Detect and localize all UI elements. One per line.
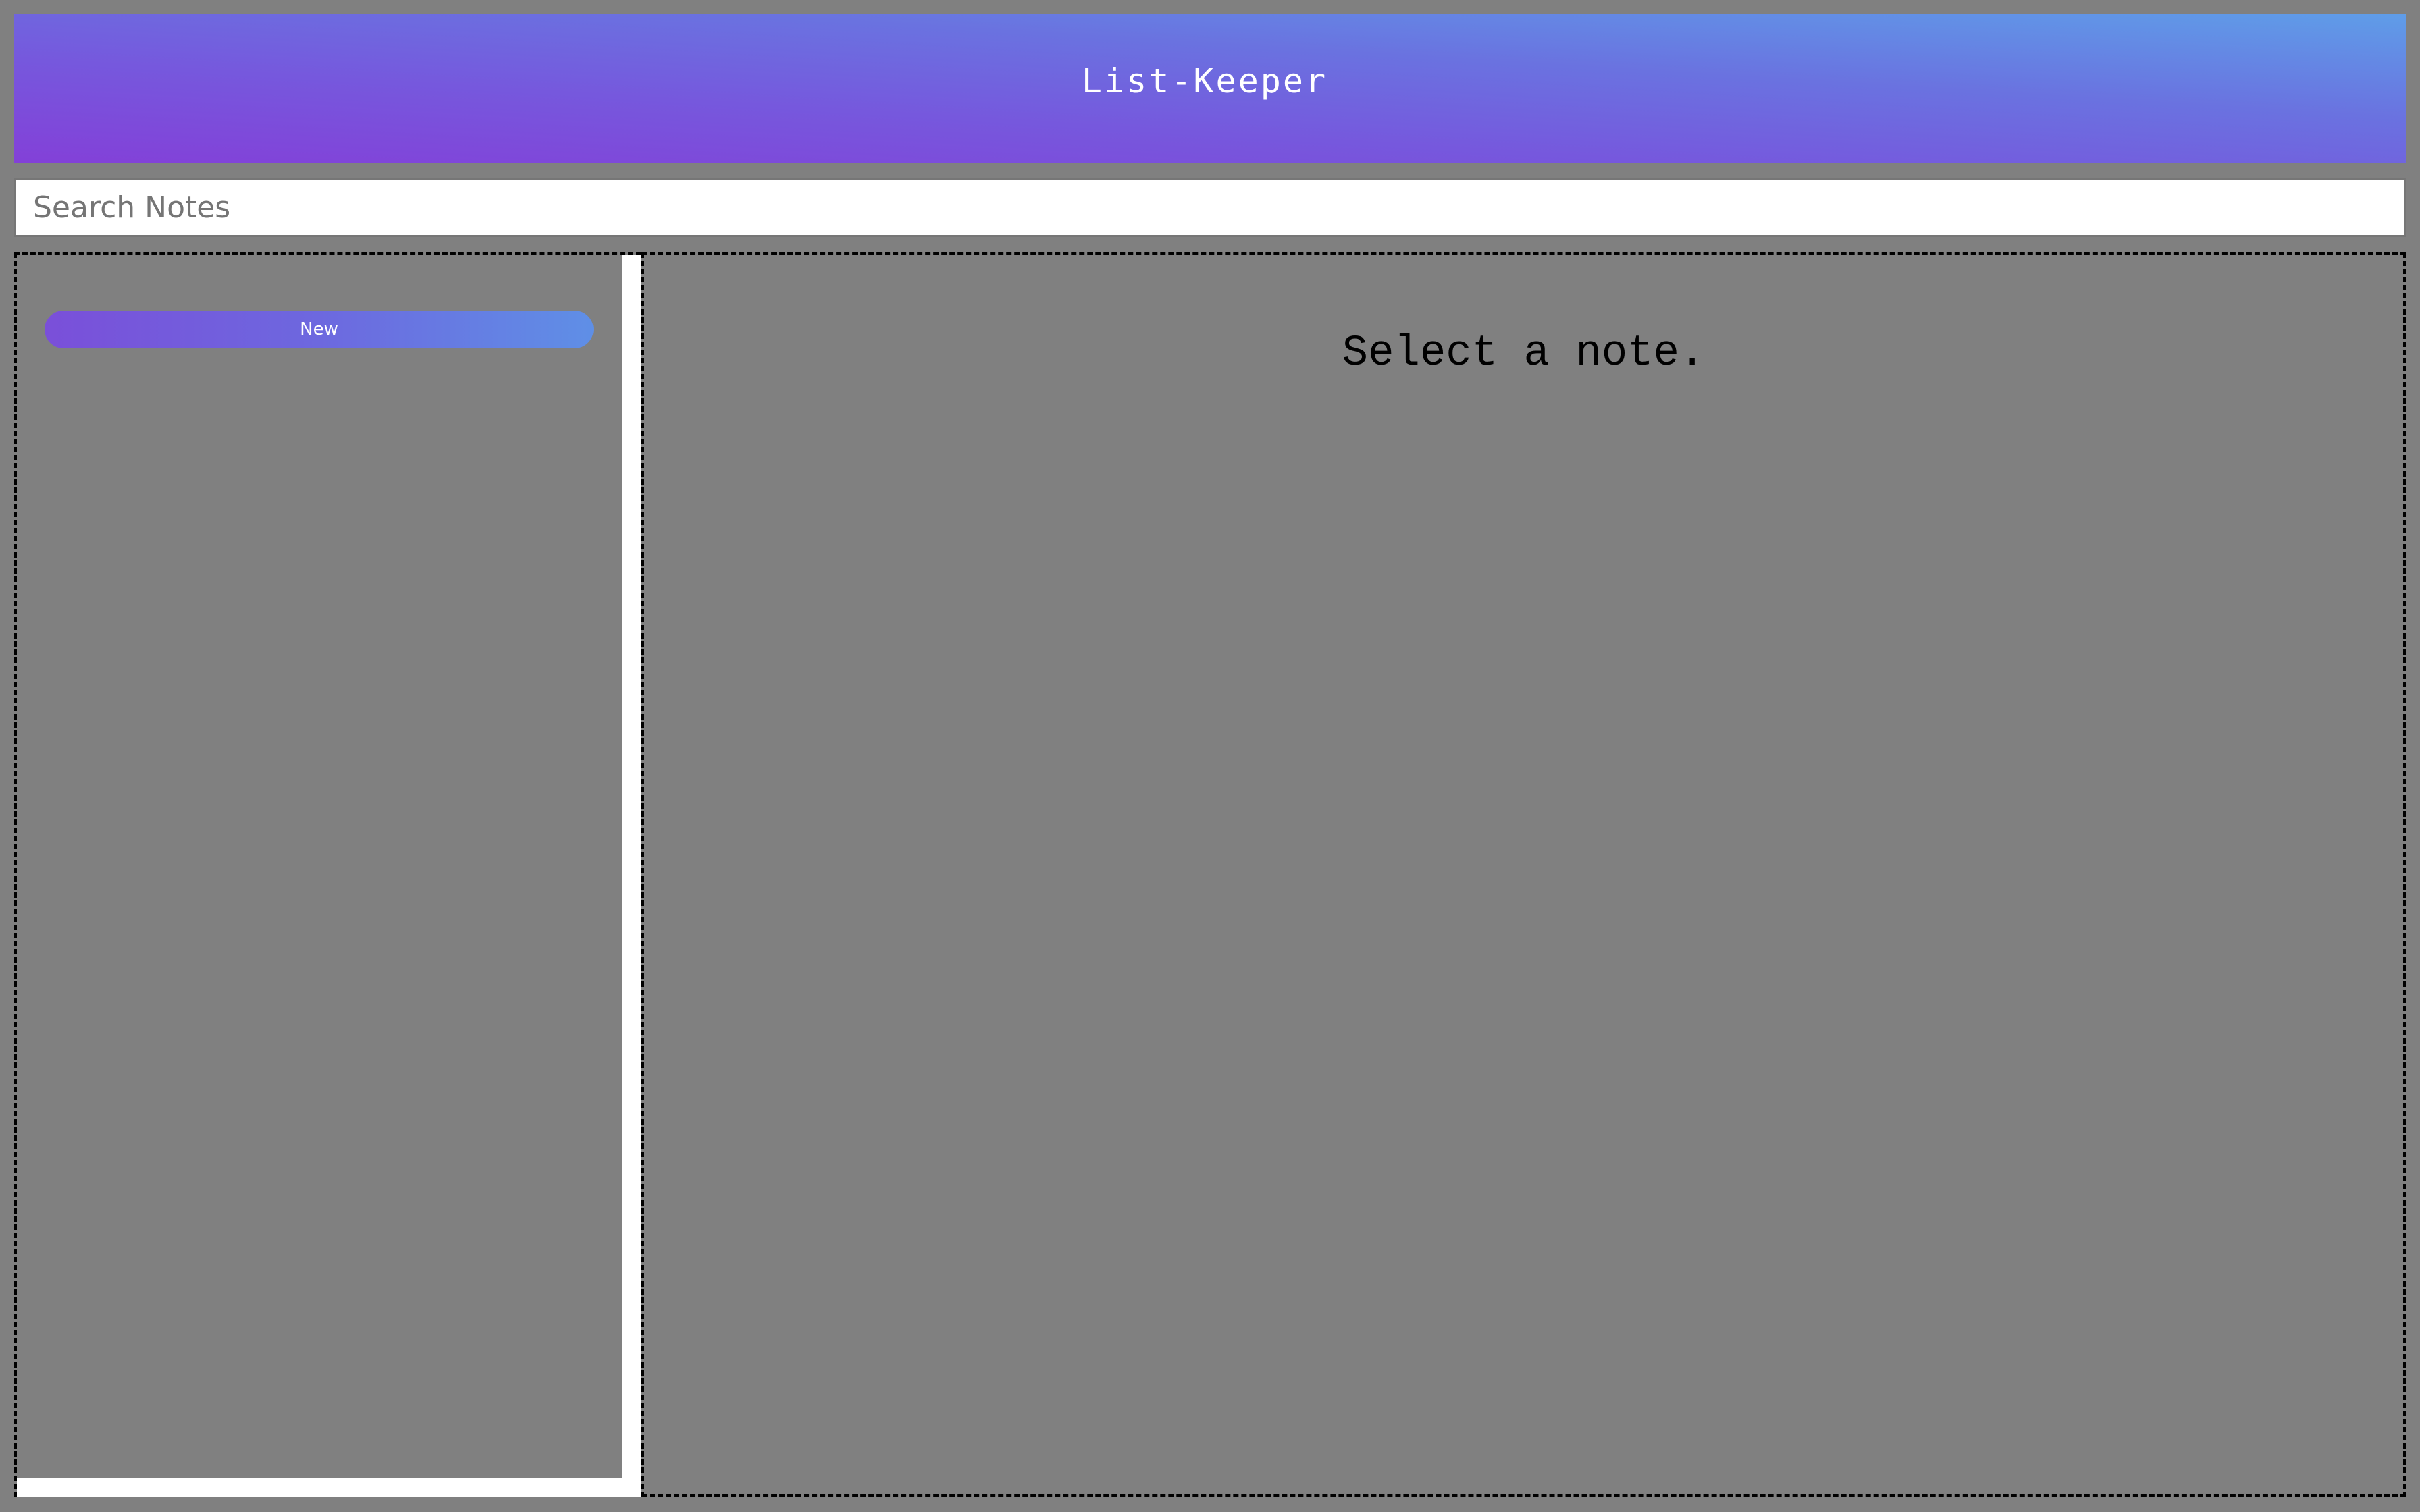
sidebar-horizontal-scrollbar[interactable] (17, 1478, 641, 1497)
empty-state-message: Select a note. (1342, 329, 1706, 378)
new-note-button[interactable]: New (45, 310, 594, 348)
notes-sidebar: New (14, 252, 641, 1497)
sidebar-vertical-scrollbar[interactable] (622, 255, 641, 1478)
app-title: List-Keeper (1081, 61, 1328, 101)
app-header: List-Keeper (14, 14, 2406, 163)
search-input[interactable] (14, 178, 2406, 237)
note-view-panel: Select a note. (641, 252, 2406, 1497)
